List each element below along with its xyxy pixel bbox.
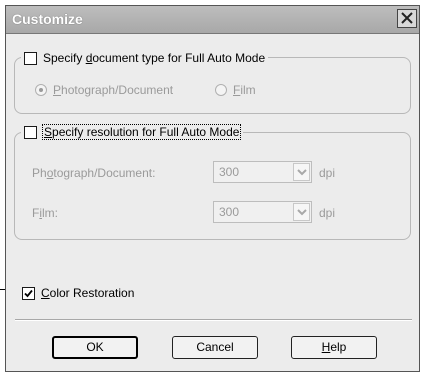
film-resolution-label: Film:	[32, 206, 59, 220]
film-resolution-select[interactable]: 300	[213, 201, 312, 223]
combo-value: 300	[219, 205, 240, 219]
color-restoration-checkbox[interactable]	[22, 286, 35, 300]
doc-type-checkbox[interactable]	[24, 51, 37, 65]
combo-value: 300	[219, 165, 240, 179]
photograph-document-unit: dpi	[319, 166, 336, 180]
film-unit: dpi	[319, 206, 336, 220]
color-restoration-option[interactable]: Color Restoration	[22, 286, 134, 300]
ok-button[interactable]: OK	[52, 336, 138, 359]
chevron-down-icon	[297, 169, 307, 176]
resolution-group	[14, 132, 411, 240]
close-icon	[401, 12, 413, 24]
radio-label: Film	[233, 83, 256, 97]
radio-button[interactable]	[215, 84, 227, 96]
resolution-legend: Specify resolution for Full Auto Mode	[21, 124, 244, 140]
color-restoration-label[interactable]: Color Restoration	[41, 286, 134, 300]
customize-dialog: Customize Specify document type for Full…	[5, 5, 420, 372]
photograph-document-resolution-label: Photograph/Document:	[32, 166, 156, 180]
doc-type-legend: Specify document type for Full Auto Mode	[21, 51, 269, 65]
title-bar: Customize	[6, 6, 419, 34]
radio-label: Photograph/Document	[53, 83, 174, 97]
checkmark-icon	[24, 289, 33, 297]
radio-film[interactable]: Film	[215, 83, 256, 97]
divider	[15, 319, 412, 321]
cancel-button[interactable]: Cancel	[172, 336, 258, 359]
doc-type-checkbox-label[interactable]: Specify document type for Full Auto Mode	[43, 51, 265, 65]
radio-photograph-document[interactable]: Photograph/Document	[35, 83, 173, 97]
resolution-checkbox-label[interactable]: Specify resolution for Full Auto Mode	[41, 124, 242, 140]
photograph-document-resolution-select[interactable]: 300	[213, 161, 312, 183]
close-button[interactable]	[397, 9, 417, 28]
window-title: Customize	[12, 11, 83, 27]
chevron-down-icon	[297, 209, 307, 216]
dropdown-button[interactable]	[293, 163, 310, 181]
dropdown-button[interactable]	[293, 203, 310, 221]
radio-button[interactable]	[35, 84, 47, 96]
help-button[interactable]: Help	[291, 336, 377, 359]
resolution-checkbox[interactable]	[24, 125, 37, 139]
